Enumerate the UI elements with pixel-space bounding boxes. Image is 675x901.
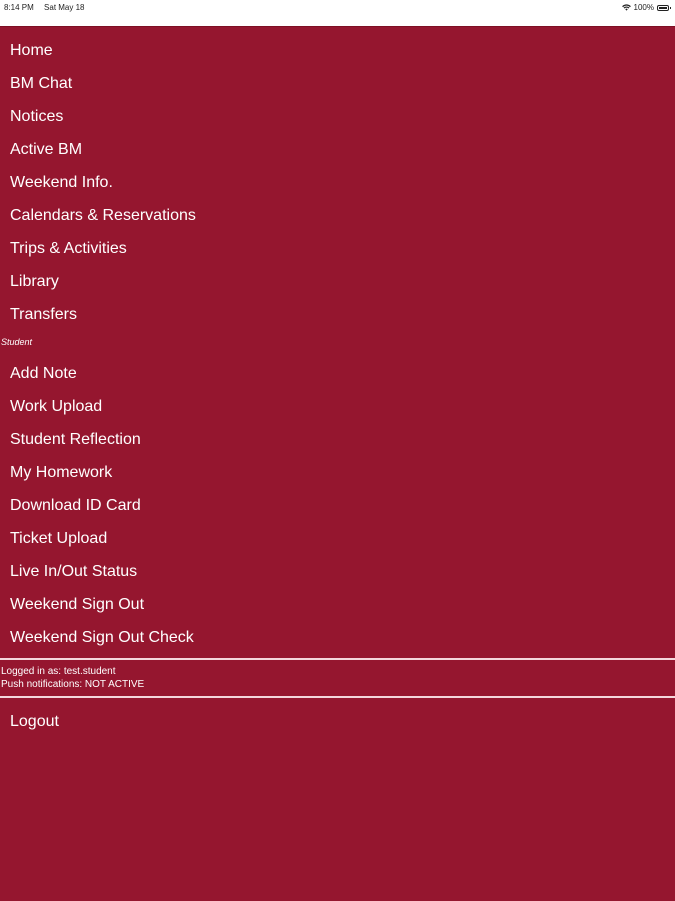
divider-bottom [0, 696, 675, 698]
menu-item-calendars-reservations[interactable]: Calendars & Reservations [10, 206, 196, 226]
menu-item-weekend-info[interactable]: Weekend Info. [10, 173, 113, 193]
battery-level [659, 6, 667, 9]
wifi-icon [621, 4, 631, 11]
section-label-student: Student [1, 337, 33, 347]
menu-item-work-upload[interactable]: Work Upload [10, 397, 102, 417]
menu-item-home[interactable]: Home [10, 41, 53, 61]
menu-item-ticket-upload[interactable]: Ticket Upload [10, 529, 107, 549]
menu-item-student-reflection[interactable]: Student Reflection [10, 430, 141, 450]
divider-top [0, 658, 675, 660]
battery-percent: 100% [633, 3, 654, 12]
menu-item-live-in-out-status[interactable]: Live In/Out Status [10, 562, 137, 582]
logout-button[interactable]: Logout [10, 712, 59, 732]
menu-item-download-id-card[interactable]: Download ID Card [10, 496, 141, 516]
push-notification-status: Push notifications: NOT ACTIVE [1, 679, 145, 690]
menu-item-my-homework[interactable]: My Homework [10, 463, 112, 483]
logged-in-text: Logged in as: test.student [1, 666, 116, 677]
menu-item-weekend-sign-out-check[interactable]: Weekend Sign Out Check [10, 628, 194, 648]
status-bar: 8:14 PM Sat May 18 100% [0, 0, 675, 26]
status-date: Sat May 18 [44, 3, 85, 12]
menu-item-notices[interactable]: Notices [10, 107, 63, 127]
status-time: 8:14 PM [4, 3, 34, 12]
status-left: 8:14 PM Sat May 18 [4, 3, 93, 12]
menu-item-library[interactable]: Library [10, 272, 59, 292]
menu-item-transfers[interactable]: Transfers [10, 305, 77, 325]
menu-item-active-bm[interactable]: Active BM [10, 140, 82, 160]
battery-icon [657, 4, 671, 11]
menu-item-add-note[interactable]: Add Note [10, 364, 77, 384]
status-right: 100% [621, 3, 671, 12]
side-menu: Home BM Chat Notices Active BM Weekend I… [0, 26, 675, 901]
menu-item-trips-activities[interactable]: Trips & Activities [10, 239, 127, 259]
menu-item-bm-chat[interactable]: BM Chat [10, 74, 72, 94]
menu-item-weekend-sign-out[interactable]: Weekend Sign Out [10, 595, 144, 615]
